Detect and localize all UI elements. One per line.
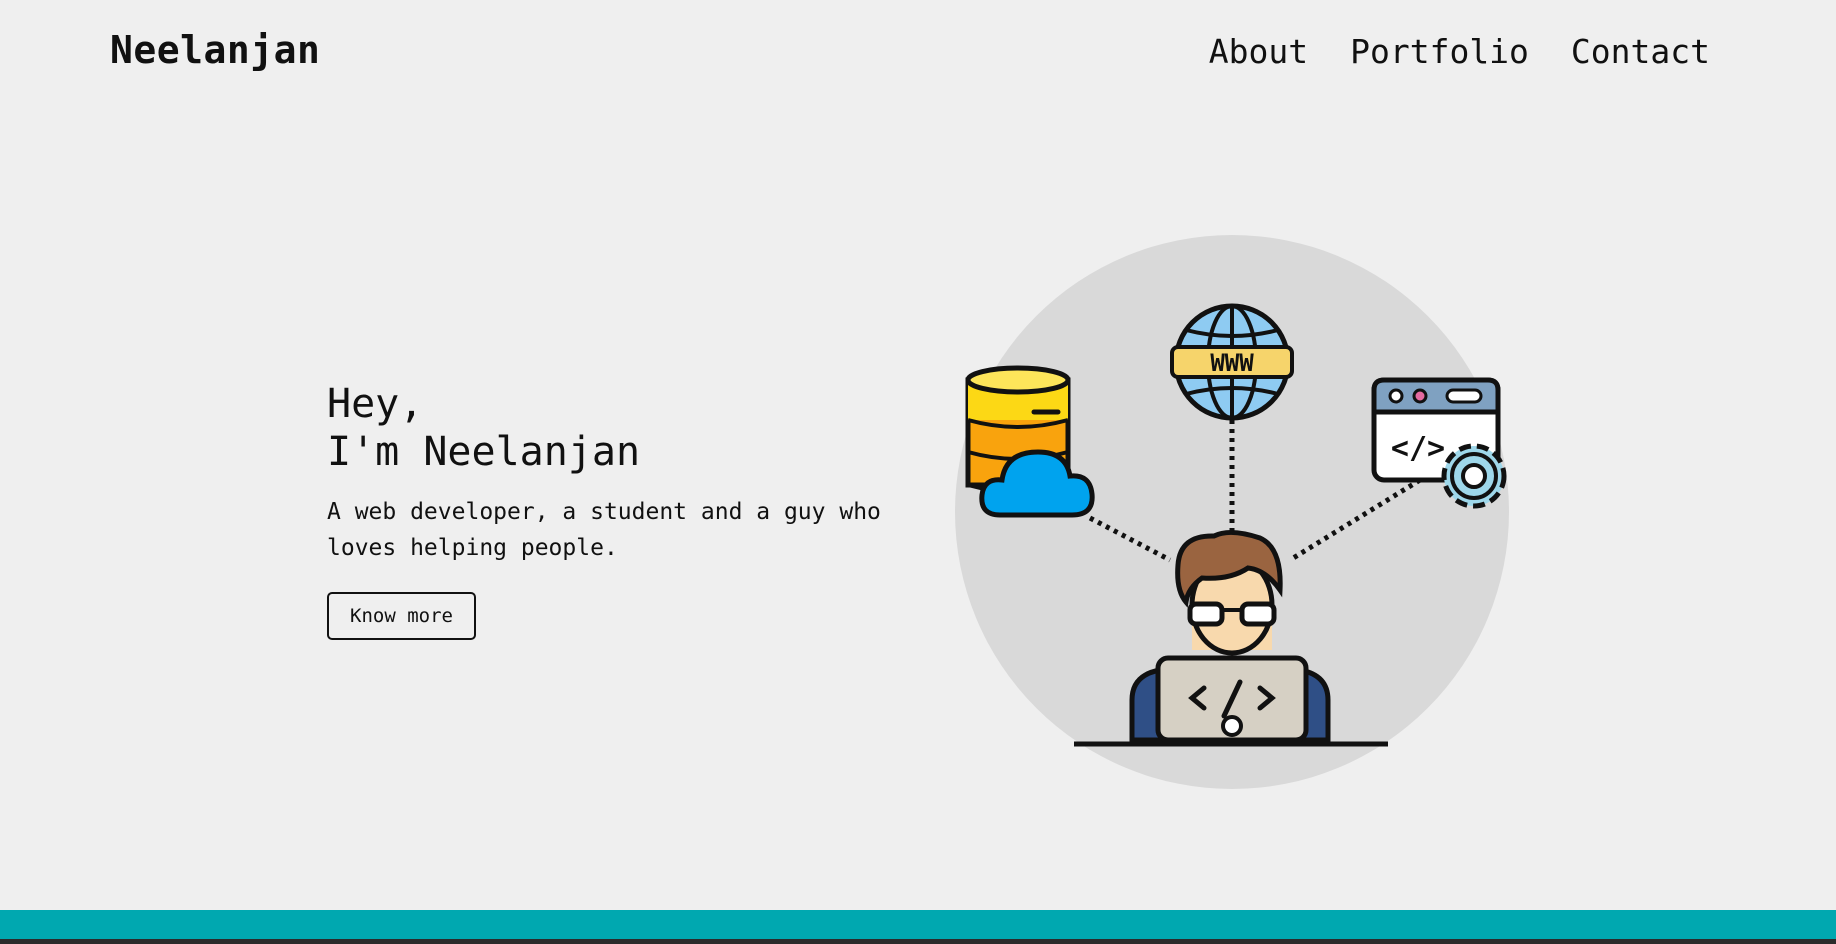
hero-description: A web developer, a student and a guy who… (327, 499, 881, 561)
nav-link-contact[interactable]: Contact (1571, 32, 1710, 71)
code-window-label: </> (1391, 431, 1445, 466)
nav-link-about[interactable]: About (1209, 32, 1308, 71)
hero-heading: Hey, I'm Neelanjan (327, 380, 907, 476)
page: Neelanjan About Portfolio Contact Hey, I… (0, 0, 1836, 910)
know-more-button[interactable]: Know more (327, 592, 476, 640)
globe-icon: WWW (1170, 303, 1294, 421)
greeting-line-2: I'm Neelanjan (327, 429, 641, 475)
gear-icon (1441, 443, 1507, 509)
nav-link-portfolio[interactable]: Portfolio (1350, 32, 1529, 71)
hero-text: Hey, I'm Neelanjan A web developer, a st… (327, 380, 907, 640)
main-nav: About Portfolio Contact (1209, 32, 1710, 71)
window-bottom-edge (0, 939, 1836, 944)
greeting-line-1: Hey, (327, 381, 424, 427)
footer-accent-bar (0, 910, 1836, 939)
brand-logo[interactable]: Neelanjan (110, 28, 320, 72)
developer-illustration: WWW </> (955, 235, 1509, 789)
globe-label: WWW (1210, 349, 1254, 377)
